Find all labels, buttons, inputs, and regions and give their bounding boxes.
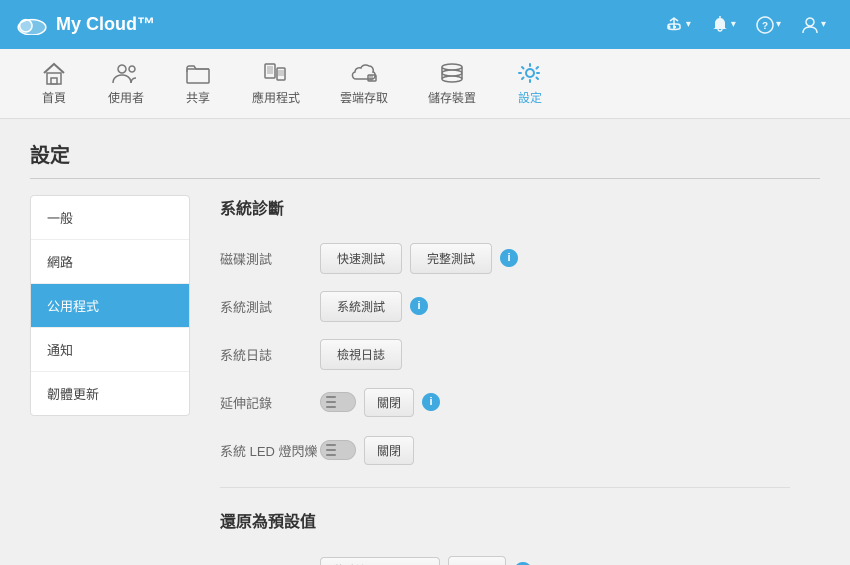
system-log-label: 系統日誌	[220, 345, 320, 364]
led-blink-controls: 關閉	[320, 436, 414, 465]
usb-chevron: ▾	[686, 19, 691, 30]
nav-label-apps: 應用程式	[252, 89, 300, 106]
nav-item-storage[interactable]: 儲存裝置	[408, 53, 496, 114]
navbar: 首頁 使用者 共享 應用程式	[0, 49, 850, 119]
nav-item-share[interactable]: 共享	[164, 53, 232, 114]
nav-item-home[interactable]: 首頁	[20, 53, 88, 114]
user-button[interactable]: ▾	[793, 12, 834, 38]
restore-row: 還原為預設值 僅系統 完整還原 ▾ 還原 i	[220, 554, 790, 565]
sidebar-item-notification[interactable]: 通知	[31, 328, 189, 372]
sidebar-item-network[interactable]: 網路	[31, 240, 189, 284]
system-test-row: 系統測試 系統測試 i	[220, 289, 790, 323]
ext-record-toggle-button[interactable]: 關閉	[364, 388, 414, 417]
header-logo: My Cloud™	[16, 14, 656, 35]
sidebar-item-firmware[interactable]: 韌體更新	[31, 372, 189, 415]
usb-button[interactable]: ▾	[656, 13, 699, 37]
sidebar-item-general[interactable]: 一般	[31, 196, 189, 240]
cloud-logo-icon	[16, 15, 48, 35]
diagnostics-title: 系統診斷	[220, 195, 790, 225]
led-blink-row: 系統 LED 燈閃爍 關閉	[220, 433, 790, 467]
content-area: 一般 網路 公用程式 通知 韌體更新 系統診斷 磁碟測試 快速測試 完整測試 i…	[30, 195, 820, 565]
apps-icon	[261, 61, 291, 85]
system-log-row: 系統日誌 檢視日誌	[220, 337, 790, 371]
user-icon	[801, 16, 819, 34]
ext-record-toggle[interactable]	[320, 392, 356, 412]
disk-test-info-icon[interactable]: i	[500, 249, 518, 267]
ext-record-info-icon[interactable]: i	[422, 393, 440, 411]
app-title: My Cloud™	[56, 14, 155, 35]
page-title: 設定	[30, 139, 820, 179]
bell-icon	[711, 16, 729, 34]
led-blink-toggle-track[interactable]	[320, 440, 356, 460]
help-chevron: ▾	[776, 19, 781, 30]
sidebar: 一般 網路 公用程式 通知 韌體更新	[30, 195, 190, 416]
bell-chevron: ▾	[731, 19, 736, 30]
led-blink-toggle-lines	[321, 440, 341, 460]
led-blink-toggle[interactable]	[320, 440, 356, 460]
ext-record-toggle-track[interactable]	[320, 392, 356, 412]
restore-controls: 僅系統 完整還原 ▾ 還原 i	[320, 556, 532, 565]
restore-button[interactable]: 還原	[448, 556, 506, 565]
main-content: 系統診斷 磁碟測試 快速測試 完整測試 i 系統測試 系統測試 i	[190, 195, 820, 565]
header: My Cloud™ ▾ ▾ ? ▾	[0, 0, 850, 49]
nav-item-users[interactable]: 使用者	[88, 53, 164, 114]
led-blink-label: 系統 LED 燈閃爍	[220, 441, 320, 460]
nav-label-home: 首頁	[42, 89, 66, 106]
cloud-icon	[348, 61, 380, 85]
quick-test-button[interactable]: 快速測試	[320, 243, 402, 274]
system-test-info-icon[interactable]: i	[410, 297, 428, 315]
led-blink-toggle-button[interactable]: 關閉	[364, 436, 414, 465]
ext-record-row: 延伸記錄 關閉 i	[220, 385, 790, 419]
help-icon: ?	[756, 16, 774, 34]
home-icon	[40, 61, 68, 85]
system-test-controls: 系統測試 i	[320, 291, 428, 322]
svg-text:?: ?	[762, 21, 768, 32]
user-chevron: ▾	[821, 19, 826, 30]
ext-record-toggle-lines	[321, 392, 341, 412]
view-log-button[interactable]: 檢視日誌	[320, 339, 402, 370]
restore-dropdown[interactable]: 僅系統 完整還原	[320, 557, 440, 565]
disk-test-controls: 快速測試 完整測試 i	[320, 243, 518, 274]
ext-record-label: 延伸記錄	[220, 393, 320, 412]
system-log-controls: 檢視日誌	[320, 339, 402, 370]
help-button[interactable]: ? ▾	[748, 12, 789, 38]
system-test-button[interactable]: 系統測試	[320, 291, 402, 322]
nav-label-settings: 設定	[518, 89, 542, 106]
restore-title: 還原為預設值	[220, 508, 790, 538]
usb-icon	[664, 17, 684, 33]
storage-icon	[437, 61, 467, 85]
settings-icon	[516, 61, 544, 85]
sidebar-item-utilities[interactable]: 公用程式	[31, 284, 189, 328]
disk-test-row: 磁碟測試 快速測試 完整測試 i	[220, 241, 790, 275]
nav-label-storage: 儲存裝置	[428, 89, 476, 106]
page-content: 設定 一般 網路 公用程式 通知 韌體更新 系統診斷 磁碟測試 快速測試 完整測…	[0, 119, 850, 565]
nav-label-cloud: 雲端存取	[340, 89, 388, 106]
nav-item-cloud[interactable]: 雲端存取	[320, 53, 408, 114]
users-icon	[110, 61, 142, 85]
nav-item-settings[interactable]: 設定	[496, 53, 564, 114]
full-test-button[interactable]: 完整測試	[410, 243, 492, 274]
bell-button[interactable]: ▾	[703, 12, 744, 38]
restore-label: 還原為預設值	[220, 562, 320, 565]
header-actions: ▾ ▾ ? ▾ ▾	[656, 12, 834, 38]
restore-select-wrapper: 僅系統 完整還原 ▾	[320, 557, 440, 565]
system-test-label: 系統測試	[220, 297, 320, 316]
ext-record-controls: 關閉 i	[320, 388, 440, 417]
disk-test-label: 磁碟測試	[220, 249, 320, 268]
share-icon	[184, 61, 212, 85]
nav-label-users: 使用者	[108, 89, 144, 106]
nav-label-share: 共享	[186, 89, 210, 106]
nav-item-apps[interactable]: 應用程式	[232, 53, 320, 114]
section-divider	[220, 487, 790, 488]
